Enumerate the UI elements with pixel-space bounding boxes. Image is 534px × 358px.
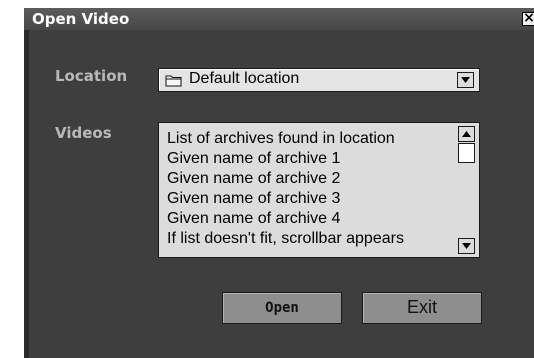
scrollbar-thumb[interactable] — [458, 143, 475, 163]
open-video-dialog: Open Video × Location Default location V… — [24, 8, 534, 358]
list-item[interactable]: Given name of archive 2 — [167, 169, 459, 189]
videos-list[interactable]: List of archives found in location Given… — [158, 122, 480, 258]
list-item[interactable]: Given name of archive 3 — [167, 189, 459, 209]
folder-icon — [165, 75, 182, 87]
location-label: Location — [55, 67, 128, 85]
scroll-down-button[interactable] — [458, 238, 475, 254]
list-item[interactable]: Given name of archive 4 — [167, 209, 459, 229]
dialog-title: Open Video — [32, 10, 130, 28]
list-item[interactable]: Given name of archive 1 — [167, 149, 459, 169]
list-item[interactable]: List of archives found in location — [167, 129, 459, 149]
exit-button[interactable]: Exit — [362, 292, 482, 324]
vertical-scrollbar[interactable] — [458, 126, 475, 254]
open-button[interactable]: Open — [222, 292, 342, 324]
window-left-edge — [24, 30, 29, 358]
close-button[interactable]: × — [522, 10, 534, 26]
arrow-up-icon — [462, 131, 471, 137]
chevron-down-icon — [461, 77, 470, 83]
list-item[interactable]: If list doesn't fit, scrollbar appears — [167, 229, 459, 249]
arrow-down-icon — [462, 243, 471, 249]
title-bar[interactable]: Open Video — [24, 8, 534, 30]
location-selected-value: Default location — [189, 70, 300, 87]
location-dropdown-button[interactable] — [457, 72, 474, 88]
close-icon: × — [523, 10, 534, 26]
scroll-up-button[interactable] — [458, 126, 475, 142]
location-dropdown[interactable]: Default location — [158, 68, 480, 92]
videos-label: Videos — [55, 124, 112, 142]
